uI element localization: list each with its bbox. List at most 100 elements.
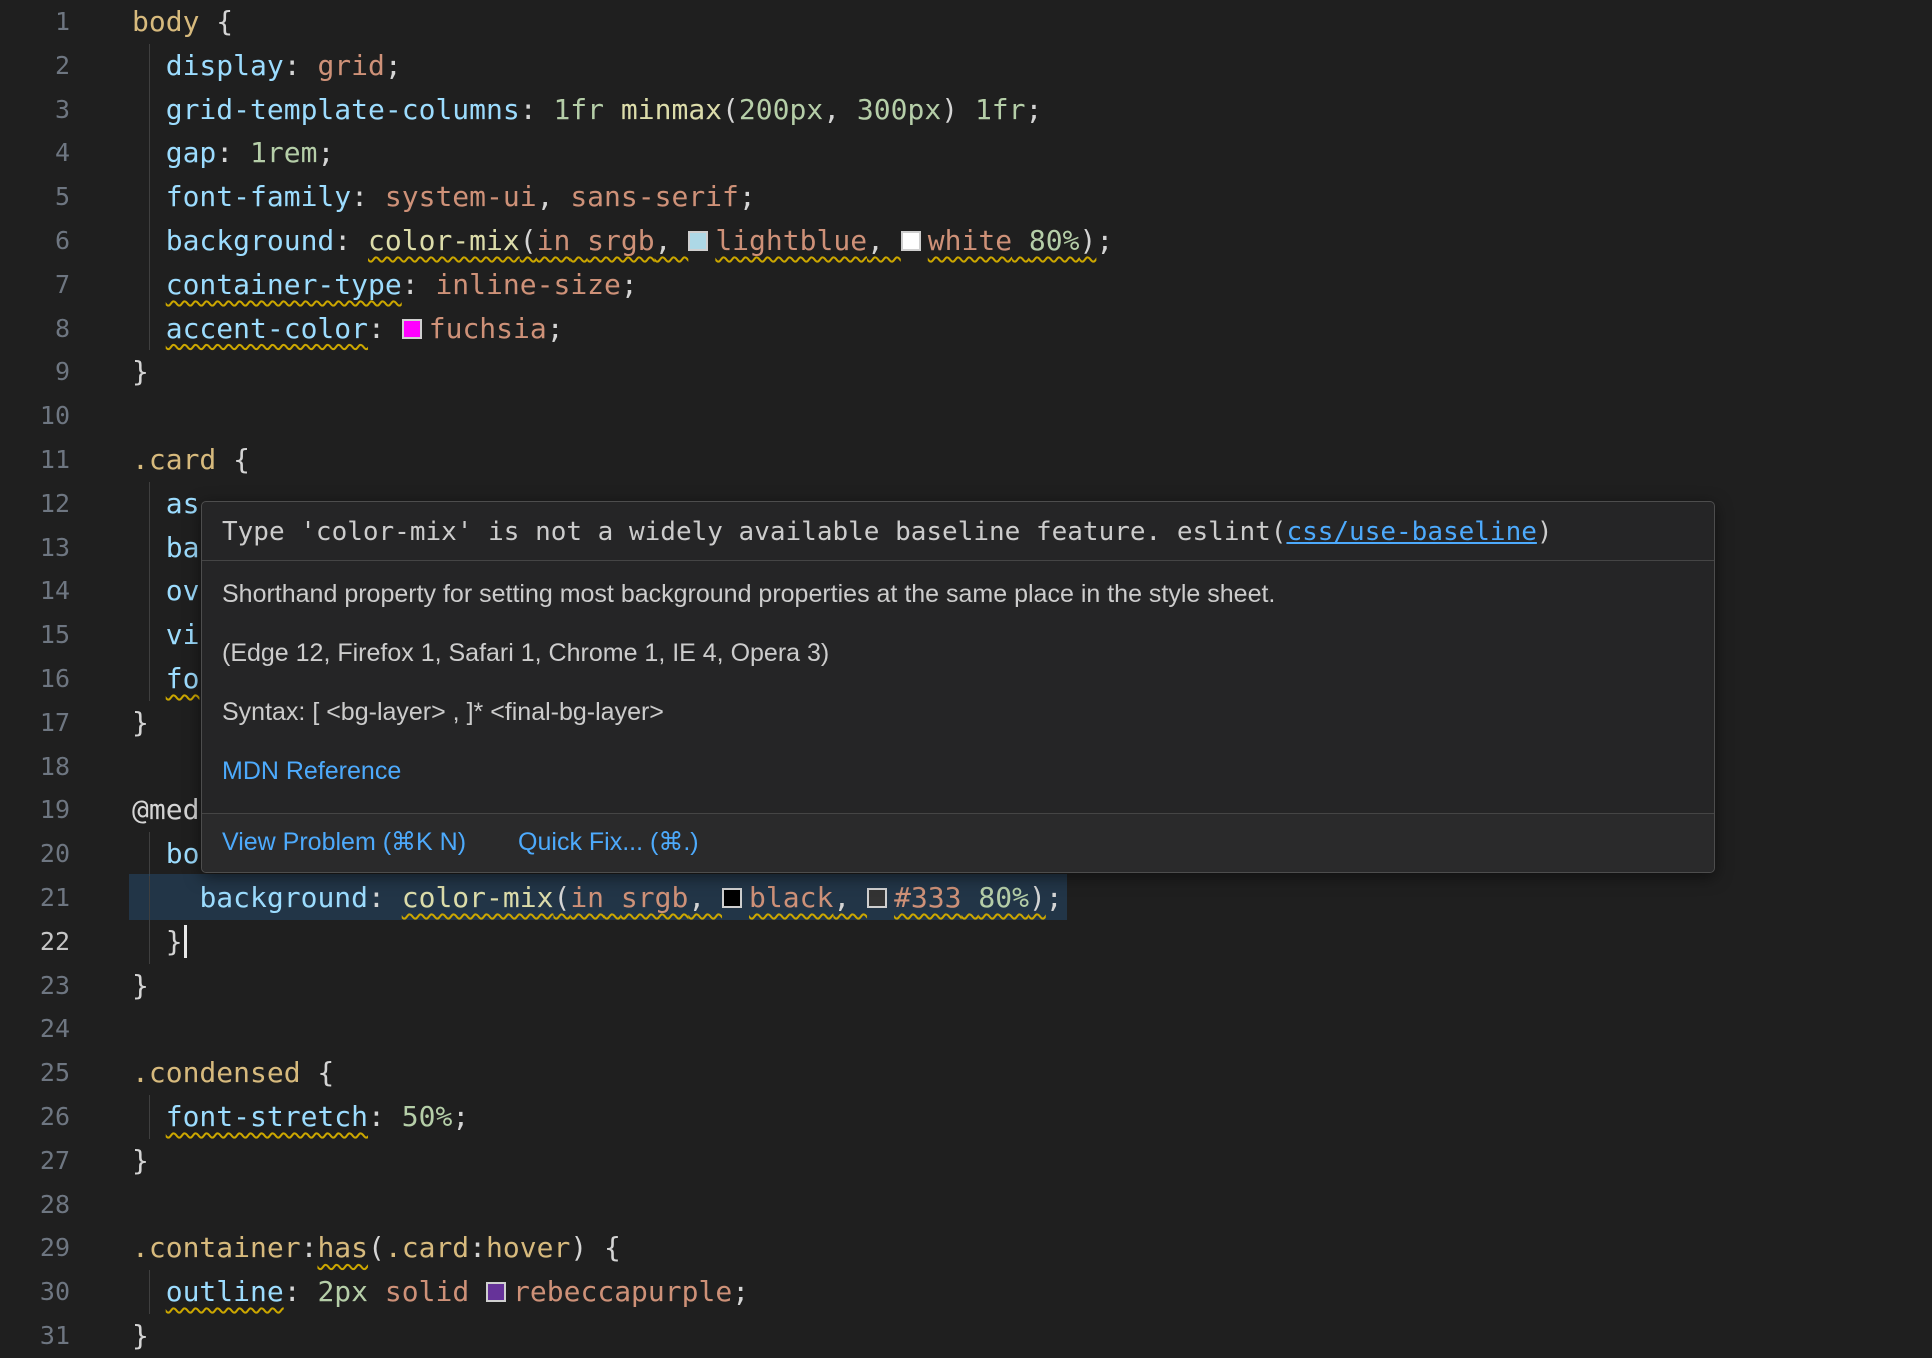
code-line[interactable]: 9}	[0, 350, 1932, 394]
code-token: }	[132, 355, 149, 388]
code-text[interactable]: grid-template-columns: 1fr minmax(200px,…	[70, 88, 1932, 132]
line-number[interactable]: 14	[0, 569, 70, 613]
line-number[interactable]: 2	[0, 44, 70, 88]
code-line[interactable]: 10	[0, 394, 1932, 438]
code-token: 1fr	[553, 93, 604, 126]
code-token: in	[537, 224, 571, 257]
code-text[interactable]: outline: 2px solid rebeccapurple;	[70, 1270, 1932, 1314]
line-number[interactable]: 7	[0, 263, 70, 307]
line-number[interactable]: 8	[0, 307, 70, 351]
color-swatch[interactable]	[402, 319, 422, 339]
code-text[interactable]: .card {	[70, 438, 1932, 482]
code-text[interactable]: font-family: system-ui, sans-serif;	[70, 175, 1932, 219]
line-number[interactable]: 16	[0, 657, 70, 701]
code-line[interactable]: 27}	[0, 1139, 1932, 1183]
line-number[interactable]: 28	[0, 1183, 70, 1227]
code-text[interactable]: .condensed {	[70, 1051, 1932, 1095]
line-number[interactable]: 6	[0, 219, 70, 263]
color-swatch[interactable]	[688, 231, 708, 251]
code-line[interactable]: 21 background: color-mix(in srgb, black,…	[0, 876, 1932, 920]
code-token: font-stretch	[166, 1100, 368, 1133]
line-number[interactable]: 31	[0, 1314, 70, 1358]
code-line[interactable]: 5 font-family: system-ui, sans-serif;	[0, 175, 1932, 219]
code-text[interactable]: }	[70, 920, 1932, 964]
line-number[interactable]: 5	[0, 175, 70, 219]
line-number[interactable]: 10	[0, 394, 70, 438]
line-number[interactable]: 24	[0, 1007, 70, 1051]
code-line[interactable]: 28	[0, 1183, 1932, 1227]
mdn-reference-link[interactable]: MDN Reference	[222, 757, 401, 785]
code-token: ;	[385, 49, 402, 82]
line-number[interactable]: 19	[0, 788, 70, 832]
code-text[interactable]: font-stretch: 50%;	[70, 1095, 1932, 1139]
code-token: ,	[688, 881, 722, 914]
code-line[interactable]: 30 outline: 2px solid rebeccapurple;	[0, 1270, 1932, 1314]
quick-fix-action[interactable]: Quick Fix... (⌘.)	[518, 827, 699, 857]
code-text[interactable]: container-type: inline-size;	[70, 263, 1932, 307]
code-token: in	[570, 881, 604, 914]
code-text[interactable]: .container:has(.card:hover) {	[70, 1226, 1932, 1270]
view-problem-action[interactable]: View Problem (⌘K N)	[222, 827, 466, 857]
code-token: )	[1029, 881, 1046, 914]
code-line[interactable]: 31}	[0, 1314, 1932, 1358]
code-token	[962, 881, 979, 914]
code-line[interactable]: 24	[0, 1007, 1932, 1051]
code-text[interactable]: display: grid;	[70, 44, 1932, 88]
line-number[interactable]: 30	[0, 1270, 70, 1314]
code-token: :	[520, 93, 554, 126]
code-text[interactable]: accent-color: fuchsia;	[70, 307, 1932, 351]
code-text[interactable]: background: color-mix(in srgb, black, #3…	[70, 876, 1932, 920]
color-swatch[interactable]	[901, 231, 921, 251]
code-line[interactable]: 26 font-stretch: 50%;	[0, 1095, 1932, 1139]
line-number[interactable]: 27	[0, 1139, 70, 1183]
line-number[interactable]: 17	[0, 701, 70, 745]
line-number[interactable]: 9	[0, 350, 70, 394]
code-token: (	[368, 1231, 385, 1264]
line-number[interactable]: 4	[0, 131, 70, 175]
line-number[interactable]: 13	[0, 526, 70, 570]
code-text[interactable]: }	[70, 964, 1932, 1008]
line-number[interactable]: 21	[0, 876, 70, 920]
line-number[interactable]: 20	[0, 832, 70, 876]
code-text[interactable]: }	[70, 1139, 1932, 1183]
code-line[interactable]: 29.container:has(.card:hover) {	[0, 1226, 1932, 1270]
code-line[interactable]: 22 }	[0, 920, 1932, 964]
code-line[interactable]: 23}	[0, 964, 1932, 1008]
browser-support: (Edge 12, Firefox 1, Safari 1, Chrome 1,…	[222, 638, 1694, 669]
code-line[interactable]: 3 grid-template-columns: 1fr minmax(200p…	[0, 88, 1932, 132]
line-number[interactable]: 25	[0, 1051, 70, 1095]
eslint-rule-link[interactable]: css/use-baseline	[1286, 517, 1536, 547]
code-line[interactable]: 7 container-type: inline-size;	[0, 263, 1932, 307]
code-text[interactable]: gap: 1rem;	[70, 131, 1932, 175]
code-line[interactable]: 25.condensed {	[0, 1051, 1932, 1095]
line-number[interactable]: 1	[0, 0, 70, 44]
color-swatch[interactable]	[867, 888, 887, 908]
code-text[interactable]	[70, 1007, 1932, 1051]
line-number[interactable]: 26	[0, 1095, 70, 1139]
line-number[interactable]: 22	[0, 920, 70, 964]
code-text[interactable]	[70, 394, 1932, 438]
code-text[interactable]: }	[70, 350, 1932, 394]
line-number[interactable]: 12	[0, 482, 70, 526]
code-line[interactable]: 2 display: grid;	[0, 44, 1932, 88]
color-swatch[interactable]	[722, 888, 742, 908]
code-line[interactable]: 6 background: color-mix(in srgb, lightbl…	[0, 219, 1932, 263]
code-text[interactable]	[70, 1183, 1932, 1227]
line-number[interactable]: 18	[0, 745, 70, 789]
code-text[interactable]: }	[70, 1314, 1932, 1358]
code-text[interactable]: body {	[70, 0, 1932, 44]
line-number[interactable]: 29	[0, 1226, 70, 1270]
code-line[interactable]: 4 gap: 1rem;	[0, 131, 1932, 175]
line-number[interactable]: 15	[0, 613, 70, 657]
code-line[interactable]: 1body {	[0, 0, 1932, 44]
code-token: }	[132, 706, 149, 739]
code-text[interactable]: background: color-mix(in srgb, lightblue…	[70, 219, 1932, 263]
color-swatch[interactable]	[486, 1282, 506, 1302]
code-line[interactable]: 11.card {	[0, 438, 1932, 482]
code-token: 80%	[978, 881, 1029, 914]
line-number[interactable]: 11	[0, 438, 70, 482]
code-token: has	[317, 1231, 368, 1264]
line-number[interactable]: 23	[0, 964, 70, 1008]
line-number[interactable]: 3	[0, 88, 70, 132]
code-line[interactable]: 8 accent-color: fuchsia;	[0, 307, 1932, 351]
